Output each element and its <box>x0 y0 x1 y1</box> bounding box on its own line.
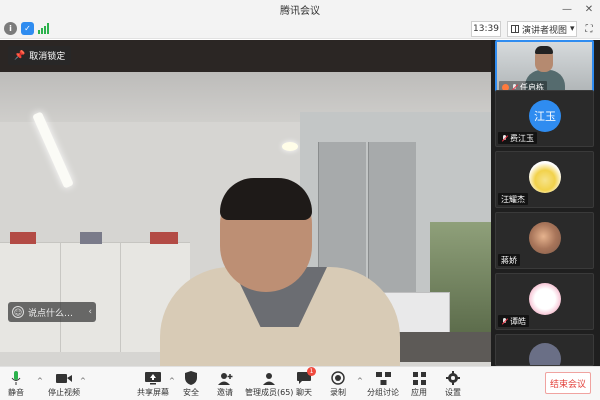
participant-panel: 任启栋 江玉 费江玉 汪耀杰 蔣娇 谭皓 <box>491 40 600 366</box>
mic-muted-icon <box>501 134 508 142</box>
signal-strength-icon[interactable] <box>38 23 49 34</box>
emoji-icon[interactable]: ☺ <box>12 306 24 318</box>
unlock-label: 取消锁定 <box>29 52 66 62</box>
gear-icon <box>446 370 460 386</box>
share-screen-label: 共享屏幕 <box>137 388 169 397</box>
meeting-timer: 13:39 <box>471 21 501 37</box>
manage-members-button[interactable]: 管理成员(65) <box>245 370 293 398</box>
participant-name: 谭皓 <box>510 316 526 326</box>
participant-name: 汪耀杰 <box>501 194 525 204</box>
participant-tile[interactable]: 江玉 费江玉 <box>495 90 594 147</box>
chat-button[interactable]: 1 聊天 <box>296 367 316 398</box>
presenter <box>160 172 400 366</box>
speaker-video[interactable]: 📌 取消锁定 ☺ 说点什么… ‹ <box>0 40 491 366</box>
security-button[interactable]: 安全 <box>183 370 199 398</box>
participant-name-tag: 费江玉 <box>498 132 537 144</box>
chat-label: 聊天 <box>296 388 312 397</box>
layout-grid-icon <box>511 25 519 33</box>
stop-video-label: 停止视频 <box>48 388 80 397</box>
mute-button[interactable]: 静音 <box>8 370 24 398</box>
chat-icon: 1 <box>297 367 316 386</box>
share-screen-button[interactable]: 共享屏幕 <box>137 370 169 398</box>
speaker-view-button[interactable]: 演讲者视图 ▾ <box>507 21 577 37</box>
participant-tile[interactable]: 任启栋 <box>495 40 594 97</box>
participant-tile[interactable]: 汪耀杰 <box>495 151 594 208</box>
participant-name: 蔣娇 <box>501 255 517 265</box>
invite-label: 邀请 <box>217 388 233 397</box>
shield-icon <box>185 370 197 386</box>
meeting-toolbar: i ✓ 13:39 演讲者视图 ▾ ⛶ <box>0 19 600 39</box>
participant-name-tag: 蔣娇 <box>498 254 520 266</box>
apps-label: 应用 <box>411 388 427 397</box>
video-options-caret[interactable]: ^ <box>80 377 86 385</box>
avatar <box>529 222 561 254</box>
breakout-rooms-button[interactable]: 分组讨论 <box>367 370 399 398</box>
avatar: 江玉 <box>529 100 561 132</box>
shield-icon[interactable]: ✓ <box>21 22 34 35</box>
fullscreen-button[interactable]: ⛶ <box>582 22 596 36</box>
record-icon <box>331 370 345 386</box>
audio-options-caret[interactable]: ^ <box>37 377 43 385</box>
title-bar: 腾讯会议 — ✕ <box>0 0 600 19</box>
record-options-caret[interactable]: ^ <box>357 377 363 385</box>
share-options-caret[interactable]: ^ <box>169 377 175 385</box>
mic-muted-icon <box>501 317 508 325</box>
breakout-rooms-icon <box>375 370 391 386</box>
pin-icon: 📌 <box>14 50 26 61</box>
chat-unread-badge: 1 <box>307 367 316 376</box>
security-label: 安全 <box>183 388 199 397</box>
apps-grid-icon <box>412 370 426 386</box>
chat-placeholder: 说点什么… <box>28 308 74 319</box>
share-screen-icon <box>145 370 161 386</box>
participant-name-tag: 谭皓 <box>498 315 529 327</box>
end-meeting-button[interactable]: 结束会议 <box>545 372 591 394</box>
avatar <box>529 161 561 193</box>
mute-label: 静音 <box>8 388 24 397</box>
settings-button[interactable]: 设置 <box>445 370 461 398</box>
minimize-button[interactable]: — <box>556 0 578 19</box>
microphone-icon <box>11 370 21 386</box>
apps-button[interactable]: 应用 <box>411 370 427 398</box>
record-button[interactable]: 录制 <box>330 370 346 398</box>
info-icon[interactable]: i <box>4 22 17 35</box>
avatar <box>529 283 561 315</box>
add-user-icon <box>217 370 233 386</box>
participant-tile[interactable] <box>495 334 594 366</box>
window-controls: — ✕ <box>556 0 600 19</box>
window-title: 腾讯会议 <box>280 6 320 17</box>
participant-name-tag: 汪耀杰 <box>498 193 528 205</box>
participant-name: 费江玉 <box>510 133 534 143</box>
collapse-chat-icon[interactable]: ‹ <box>88 307 92 317</box>
record-label: 录制 <box>330 388 346 397</box>
members-icon <box>262 370 276 386</box>
invite-button[interactable]: 邀请 <box>217 370 233 398</box>
close-button[interactable]: ✕ <box>578 0 600 19</box>
breakout-rooms-label: 分组讨论 <box>367 388 399 397</box>
participant-tile[interactable]: 蔣娇 <box>495 212 594 269</box>
unlock-video-button[interactable]: 📌 取消锁定 <box>8 46 72 65</box>
speaker-view-label: 演讲者视图 <box>522 25 568 36</box>
manage-members-label: 管理成员(65) <box>245 388 294 397</box>
chat-input-pill[interactable]: ☺ 说点什么… ‹ <box>8 302 96 322</box>
settings-label: 设置 <box>445 388 461 397</box>
video-camera-icon <box>56 370 72 386</box>
avatar <box>529 343 561 365</box>
meeting-controls: 静音 ^ 停止视频 ^ 共享屏幕 ^ 安全 邀请 管理成员(65) 1 聊天 录… <box>0 366 600 400</box>
chevron-down-icon: ▾ <box>570 24 575 34</box>
toolbar-left-icons: i ✓ <box>4 22 49 35</box>
stop-video-button[interactable]: 停止视频 <box>48 370 80 398</box>
participant-tile[interactable]: 谭皓 <box>495 273 594 330</box>
